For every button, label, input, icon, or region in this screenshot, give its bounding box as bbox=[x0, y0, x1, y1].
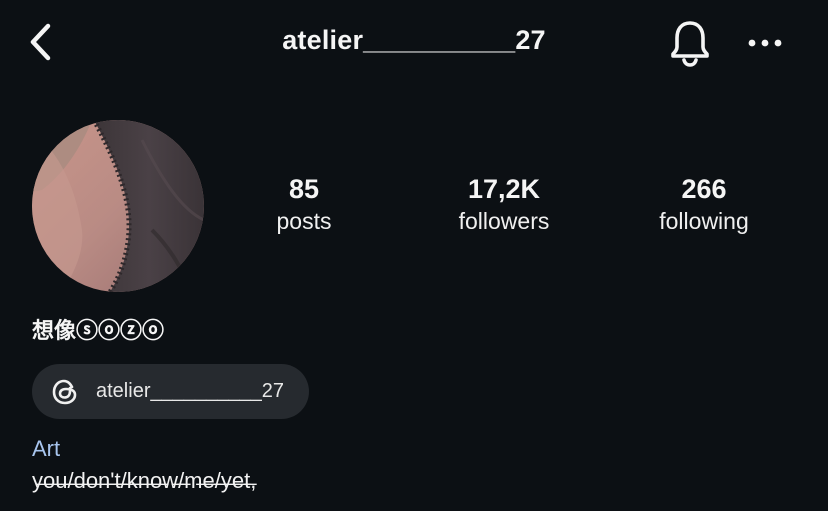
more-options-button[interactable] bbox=[742, 22, 788, 64]
following-label: following bbox=[659, 208, 749, 234]
display-name: 想像ⓢⓞⓩⓞ bbox=[32, 318, 165, 343]
bell-icon bbox=[671, 21, 709, 67]
profile-bio: y̶o̶u̶/̶d̶o̶n̶'̶t̶/̶k̶n̶o̶w̶/̶m̶e̶/̶y̶e̶… bbox=[32, 468, 257, 493]
threads-username: atelier__________27 bbox=[96, 380, 284, 402]
followers-stat[interactable]: 17,2K followers bbox=[424, 172, 584, 236]
threads-profile-link[interactable]: atelier__________27 bbox=[32, 364, 309, 419]
avatar[interactable] bbox=[32, 120, 204, 292]
following-stat[interactable]: 266 following bbox=[624, 172, 784, 236]
notifications-button[interactable] bbox=[664, 16, 716, 70]
profile-photo bbox=[32, 120, 204, 292]
followers-label: followers bbox=[458, 208, 550, 234]
following-count: 266 bbox=[681, 174, 727, 204]
posts-label: posts bbox=[276, 208, 332, 234]
followers-count: 17,2K bbox=[467, 174, 541, 204]
posts-count: 85 bbox=[288, 174, 320, 204]
posts-stat[interactable]: 85 posts bbox=[224, 172, 384, 236]
profile-category: Art bbox=[32, 436, 61, 461]
profile-header: atelier__________27 bbox=[0, 0, 828, 88]
more-horizontal-icon bbox=[748, 39, 782, 47]
threads-icon bbox=[50, 377, 80, 407]
